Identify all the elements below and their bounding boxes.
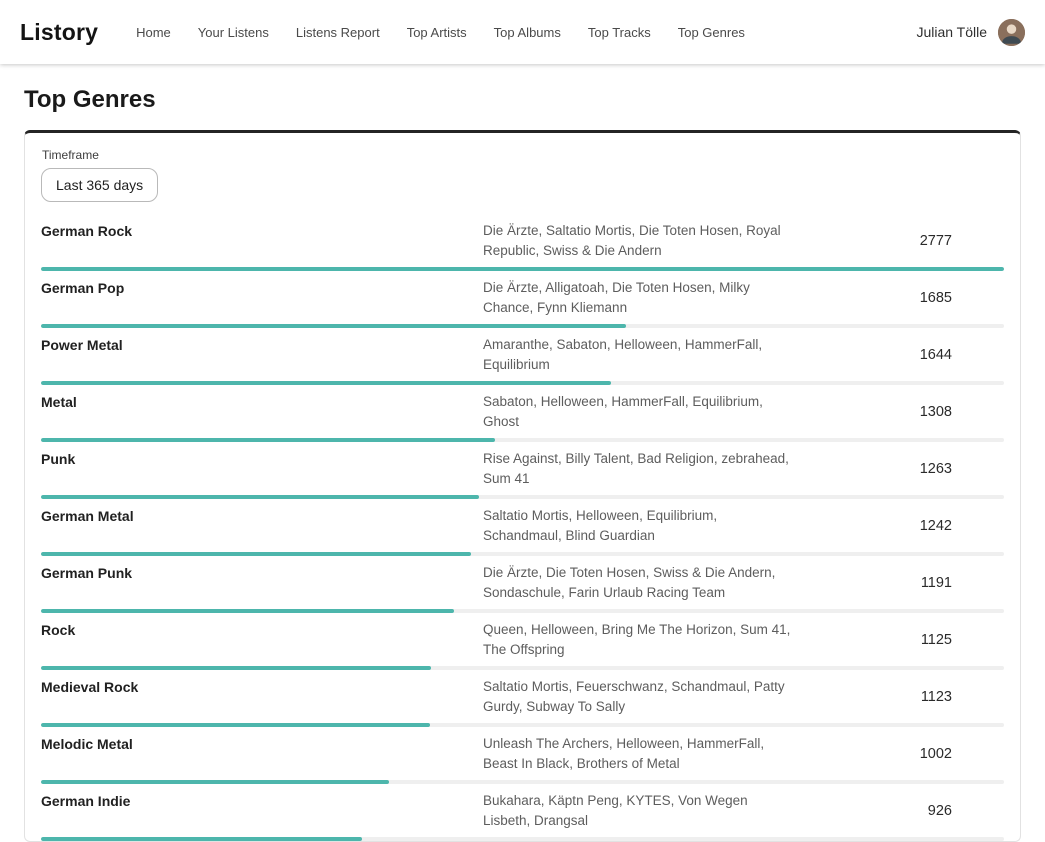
genre-bar-track	[41, 438, 1004, 442]
genre-bar-fill	[41, 324, 626, 328]
user-menu[interactable]: Julian Tölle	[916, 19, 1025, 46]
genre-bar-fill	[41, 552, 471, 556]
genre-row: German IndieBukahara, Käptn Peng, KYTES,…	[41, 784, 1004, 841]
nav-item-top-tracks[interactable]: Top Tracks	[588, 25, 651, 40]
genre-count: 1263	[793, 461, 1004, 477]
genre-name: Rock	[41, 620, 483, 638]
genre-bar-fill	[41, 495, 479, 499]
genre-artists: Unleash The Archers, Helloween, HammerFa…	[483, 734, 793, 774]
genre-count: 1002	[793, 746, 1004, 762]
nav-item-home[interactable]: Home	[136, 25, 171, 40]
genre-count: 1125	[793, 632, 1004, 648]
genre-bar-fill	[41, 780, 389, 784]
genre-count: 926	[793, 803, 1004, 819]
genre-row: German PunkDie Ärzte, Die Toten Hosen, S…	[41, 556, 1004, 613]
genre-artists: Die Ärzte, Alligatoah, Die Toten Hosen, …	[483, 278, 793, 318]
genre-artists: Saltatio Mortis, Feuerschwanz, Schandmau…	[483, 677, 793, 717]
page-title: Top Genres	[24, 86, 1021, 114]
app-logo[interactable]: Listory	[20, 19, 98, 46]
genre-name: Punk	[41, 449, 483, 467]
timeframe-label: Timeframe	[42, 148, 1004, 162]
user-avatar-icon	[998, 19, 1025, 46]
nav-item-top-genres[interactable]: Top Genres	[678, 25, 745, 40]
genre-bar-track	[41, 837, 1004, 841]
timeframe-select[interactable]: Last 365 days	[41, 168, 158, 202]
genre-row: Power MetalAmaranthe, Sabaton, Helloween…	[41, 328, 1004, 385]
genre-bar-track	[41, 267, 1004, 271]
genre-name: German Pop	[41, 278, 483, 296]
genre-name: Power Metal	[41, 335, 483, 353]
genre-artists: Die Ärzte, Saltatio Mortis, Die Toten Ho…	[483, 221, 793, 261]
genre-bar-track	[41, 495, 1004, 499]
genre-bar-track	[41, 381, 1004, 385]
app-header: Listory Home Your Listens Listens Report To…	[0, 0, 1045, 64]
genre-bar-track	[41, 609, 1004, 613]
genre-row: Melodic MetalUnleash The Archers, Hellow…	[41, 727, 1004, 784]
genre-bar-fill	[41, 267, 1004, 271]
user-avatar[interactable]	[998, 19, 1025, 46]
user-name: Julian Tölle	[916, 24, 987, 40]
genre-count: 2777	[793, 233, 1004, 249]
genre-count: 1644	[793, 347, 1004, 363]
genre-artists: Sabaton, Helloween, HammerFall, Equilibr…	[483, 392, 793, 432]
genre-bar-track	[41, 723, 1004, 727]
genre-row: RockQueen, Helloween, Bring Me The Horiz…	[41, 613, 1004, 670]
genre-name: German Punk	[41, 563, 483, 581]
genres-table: German RockDie Ärzte, Saltatio Mortis, D…	[41, 214, 1004, 841]
genre-count: 1242	[793, 518, 1004, 534]
genre-artists: Saltatio Mortis, Helloween, Equilibrium,…	[483, 506, 793, 546]
genre-artists: Die Ärzte, Die Toten Hosen, Swiss & Die …	[483, 563, 793, 603]
genre-bar-track	[41, 666, 1004, 670]
genre-row: PunkRise Against, Billy Talent, Bad Reli…	[41, 442, 1004, 499]
genre-artists: Queen, Helloween, Bring Me The Horizon, …	[483, 620, 793, 660]
nav-item-top-artists[interactable]: Top Artists	[407, 25, 467, 40]
genre-name: German Rock	[41, 221, 483, 239]
genre-row: German RockDie Ärzte, Saltatio Mortis, D…	[41, 214, 1004, 271]
genre-artists: Amaranthe, Sabaton, Helloween, HammerFal…	[483, 335, 793, 375]
genre-bar-fill	[41, 381, 611, 385]
genre-row: German MetalSaltatio Mortis, Helloween, …	[41, 499, 1004, 556]
main-nav: Home Your Listens Listens Report Top Artist…	[136, 25, 745, 40]
genre-row: Medieval RockSaltatio Mortis, Feuerschwa…	[41, 670, 1004, 727]
genre-artists: Bukahara, Käptn Peng, KYTES, Von Wegen L…	[483, 791, 793, 831]
genre-name: German Metal	[41, 506, 483, 524]
genre-name: Melodic Metal	[41, 734, 483, 752]
genre-bar-fill	[41, 666, 431, 670]
nav-item-listens-report[interactable]: Listens Report	[296, 25, 380, 40]
genre-name: German Indie	[41, 791, 483, 809]
genre-row: German PopDie Ärzte, Alligatoah, Die Tot…	[41, 271, 1004, 328]
nav-item-your-listens[interactable]: Your Listens	[198, 25, 269, 40]
genre-bar-fill	[41, 438, 495, 442]
genre-name: Metal	[41, 392, 483, 410]
genre-bar-track	[41, 552, 1004, 556]
genre-row: MetalSabaton, Helloween, HammerFall, Equ…	[41, 385, 1004, 442]
genre-bar-track	[41, 780, 1004, 784]
genre-bar-track	[41, 324, 1004, 328]
genre-count: 1123	[793, 689, 1004, 705]
genre-artists: Rise Against, Billy Talent, Bad Religion…	[483, 449, 793, 489]
nav-item-top-albums[interactable]: Top Albums	[494, 25, 561, 40]
genre-bar-fill	[41, 723, 430, 727]
genre-name: Medieval Rock	[41, 677, 483, 695]
genre-count: 1685	[793, 290, 1004, 306]
genres-card: Timeframe Last 365 days German RockDie Ä…	[24, 130, 1021, 842]
page-content: Top Genres Timeframe Last 365 days Germa…	[0, 86, 1045, 842]
genre-bar-fill	[41, 609, 454, 613]
timeframe-value: Last 365 days	[56, 177, 143, 193]
genre-bar-fill	[41, 837, 362, 841]
genre-count: 1191	[793, 575, 1004, 591]
genre-count: 1308	[793, 404, 1004, 420]
